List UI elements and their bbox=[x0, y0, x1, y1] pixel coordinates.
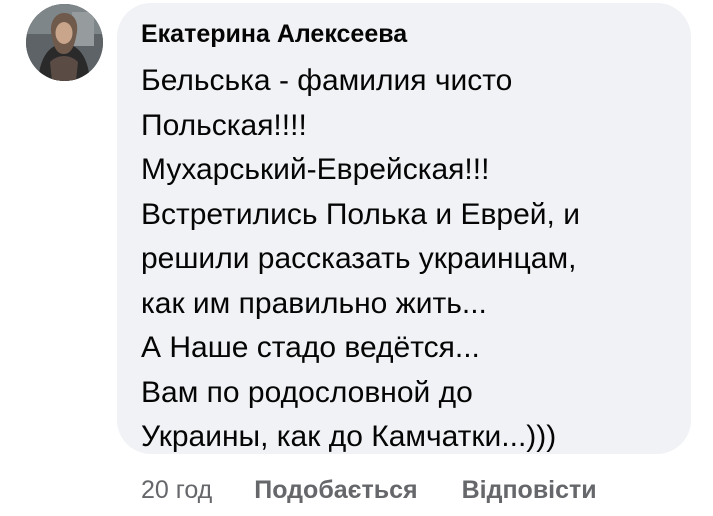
comment-text-line: Украины, как до Камчатки...))) bbox=[141, 420, 557, 453]
comment-timestamp[interactable]: 20 год bbox=[141, 476, 212, 505]
like-button[interactable]: Подобається bbox=[254, 476, 417, 505]
comment: Екатерина Алексеева Бельська - фамилия ч… bbox=[0, 0, 713, 516]
comment-text-line: А Наше стадо ведётся... bbox=[141, 331, 480, 364]
comment-text-line: Встретились Полька и Еврей, и bbox=[141, 197, 580, 231]
comment-text-line: Мухарський-Еврейская!!! bbox=[141, 153, 490, 186]
comment-text: Бельська - фамилия чисто Польская!!!! Му… bbox=[141, 59, 671, 460]
comment-text-line: Бельська - фамилия чисто bbox=[141, 64, 513, 97]
reply-button[interactable]: Відповісти bbox=[462, 476, 597, 505]
comment-bubble: Екатерина Алексеева Бельська - фамилия ч… bbox=[117, 3, 691, 454]
avatar[interactable] bbox=[26, 4, 103, 81]
comment-actions: 20 год Подобається Відповісти bbox=[141, 470, 597, 510]
comment-author[interactable]: Екатерина Алексеева bbox=[141, 19, 671, 49]
comment-text-line: как им правильно жить... bbox=[141, 286, 487, 320]
avatar-photo bbox=[26, 4, 103, 81]
comment-text-line: решили рассказать украинцам, bbox=[141, 242, 577, 275]
comment-text-line: Польская!!!! bbox=[141, 108, 307, 142]
comment-text-line: Вам по родословной до bbox=[141, 375, 473, 409]
